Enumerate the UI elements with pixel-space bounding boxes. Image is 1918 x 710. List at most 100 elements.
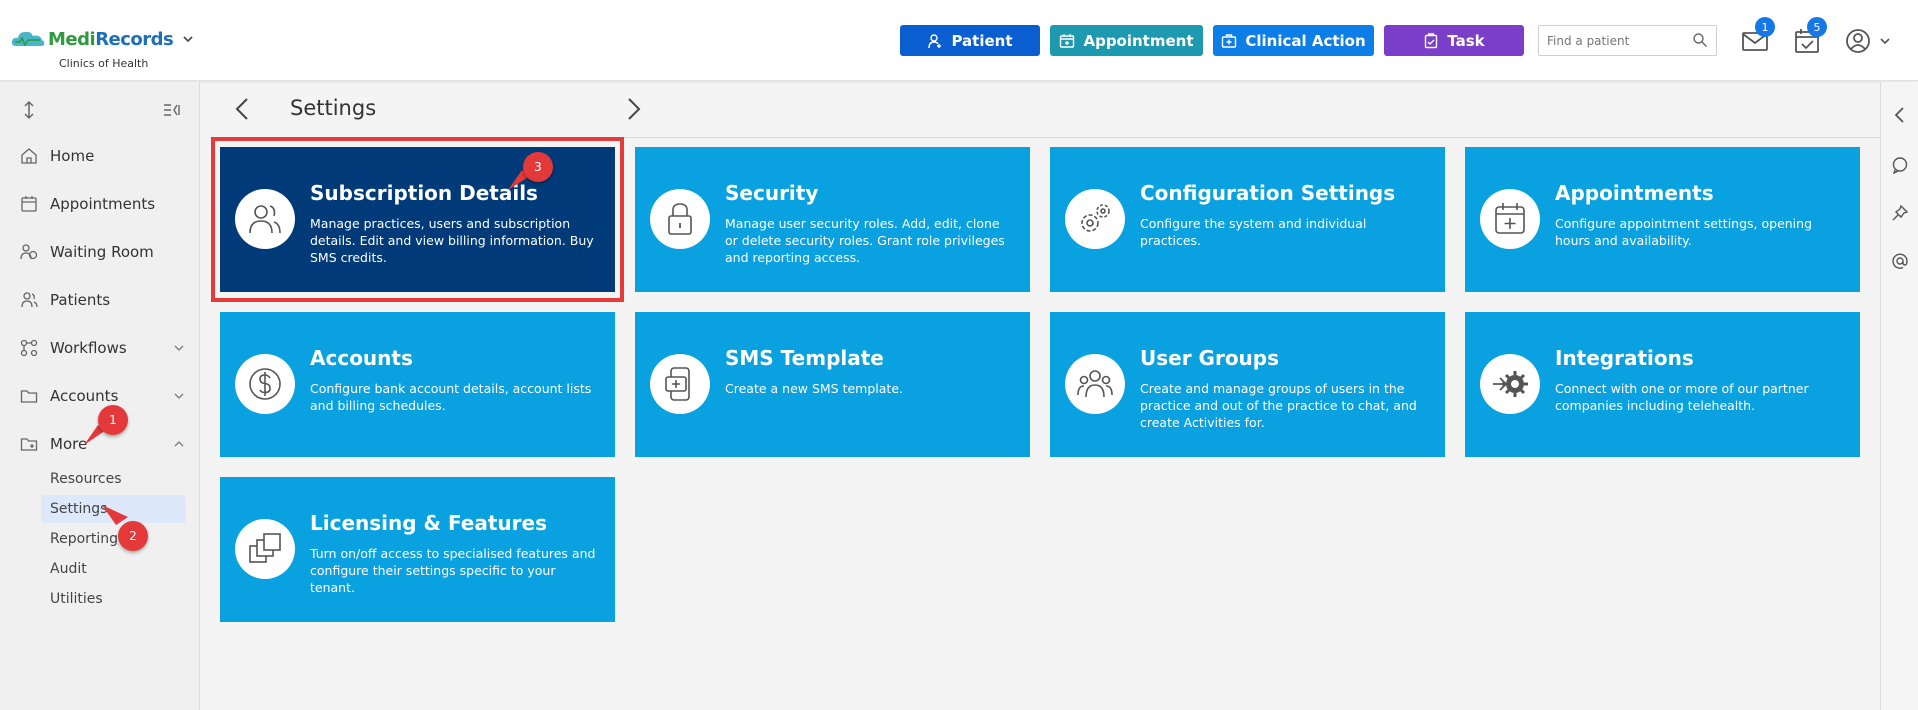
collapse-sidebar-icon[interactable] (162, 101, 180, 119)
pin-icon[interactable] (1891, 204, 1909, 222)
page-title: Settings (290, 96, 377, 120)
sidebar-item-accounts[interactable]: Accounts (20, 382, 185, 410)
brand-records: Records (95, 28, 174, 50)
chevron-down-icon[interactable] (173, 342, 185, 354)
sidebar-item-label: Workflows (50, 339, 127, 357)
chevron-down-icon[interactable] (1878, 34, 1892, 48)
sidebar-subitem-resources[interactable]: Resources (41, 465, 186, 493)
folder-plus-icon (20, 438, 38, 451)
sidebar-item-label: Appointments (50, 195, 156, 213)
right-rail (1880, 82, 1918, 710)
tile-description: Create and manage groups of users in the… (1140, 381, 1417, 430)
tile-description: Configure the system and individual prac… (1140, 216, 1367, 248)
messages-badge: 1 (1755, 17, 1775, 37)
sidebar-item-waiting-room[interactable]: Waiting Room (20, 238, 185, 266)
sidebar-item-label: More (50, 435, 88, 453)
sidebar-item-home[interactable]: Home (20, 142, 185, 170)
top-bar: MediRecords Clinics of Health Patient Ap… (0, 0, 1918, 81)
tile-icon-circle (235, 354, 295, 414)
forward-arrow-icon[interactable] (620, 96, 646, 122)
chevron-up-icon[interactable] (173, 438, 185, 450)
sidebar: Home Appointments Waiting Room Patients … (0, 82, 200, 710)
new-task-button[interactable]: Task (1384, 25, 1524, 56)
medical-bag-icon (1222, 33, 1237, 48)
task-button-label: Task (1447, 31, 1485, 50)
sidebar-subitem-utilities[interactable]: Utilities (41, 585, 186, 613)
home-icon (21, 148, 37, 164)
patient-search-input[interactable] (1539, 26, 1679, 55)
tile-configuration-settings[interactable]: Configuration Settings Configure the sys… (1050, 147, 1445, 292)
tile-icon-circle (1065, 189, 1125, 249)
tile-title: Licensing & Features (310, 511, 547, 535)
new-patient-button[interactable]: Patient (900, 25, 1040, 56)
user-group-icon (1077, 370, 1113, 398)
user-account-icon[interactable] (1843, 26, 1873, 56)
page-header: Settings (210, 82, 1880, 138)
tile-accounts[interactable]: Accounts Configure bank account details,… (220, 312, 615, 457)
tile-security[interactable]: Security Manage user security roles. Add… (635, 147, 1030, 292)
clipboard-icon (1425, 32, 1438, 48)
tasks-badge: 5 (1807, 17, 1827, 37)
sidebar-item-appointments[interactable]: Appointments (20, 190, 185, 218)
dollar-icon (249, 368, 281, 400)
tile-title: User Groups (1140, 346, 1280, 370)
expand-vertical-icon[interactable] (20, 100, 38, 120)
phone-message-icon (665, 367, 690, 401)
tile-appointments[interactable]: Appointments Configure appointment setti… (1465, 147, 1860, 292)
tile-description: Configure bank account details, account … (310, 381, 592, 413)
sidebar-item-patients[interactable]: Patients (20, 286, 185, 314)
tile-icon-circle (650, 189, 710, 249)
sidebar-item-label: Home (50, 147, 95, 165)
chat-icon[interactable] (1891, 156, 1909, 174)
tile-icon-circle (1480, 189, 1540, 249)
practice-name: Clinics of Health (59, 57, 149, 70)
sidebar-subitem-audit[interactable]: Audit (41, 555, 186, 583)
tile-icon-circle (1065, 354, 1125, 414)
folder-icon (20, 390, 38, 403)
step-marker-1: 1 (98, 405, 128, 435)
tile-description: Connect with one or more of our partner … (1555, 381, 1809, 413)
highlight-box (211, 137, 624, 302)
chevron-down-icon[interactable] (173, 390, 185, 402)
tile-user-groups[interactable]: User Groups Create and manage groups of … (1050, 312, 1445, 457)
add-person-icon (928, 33, 942, 48)
tile-licensing-features[interactable]: Licensing & Features Turn on/off access … (220, 477, 615, 622)
tile-title: Accounts (310, 346, 413, 370)
gears-icon (1081, 204, 1110, 232)
app-logo[interactable]: MediRecords (10, 28, 195, 50)
chevron-down-icon[interactable] (181, 32, 195, 46)
calendar-icon (21, 196, 37, 212)
new-appointment-button[interactable]: Appointment (1050, 25, 1203, 56)
patients-icon (21, 292, 38, 308)
integration-gear-icon (1493, 371, 1528, 397)
chevron-left-icon[interactable] (1891, 106, 1909, 124)
tile-sms-template[interactable]: SMS Template Create a new SMS template. (635, 312, 1030, 457)
back-arrow-icon[interactable] (230, 96, 256, 122)
tile-integrations[interactable]: Integrations Connect with one or more of… (1465, 312, 1860, 457)
mention-icon[interactable] (1891, 252, 1909, 270)
patient-button-label: Patient (951, 31, 1013, 50)
tile-title: Configuration Settings (1140, 181, 1396, 205)
sidebar-item-workflows[interactable]: Workflows (20, 334, 185, 362)
cloud-logo-icon (11, 31, 45, 47)
tile-title: Security (725, 181, 819, 205)
stacked-squares-icon (249, 533, 281, 563)
appointment-button-label: Appointment (1083, 31, 1194, 50)
step-marker-3: 3 (523, 152, 553, 182)
waiting-people-icon (20, 244, 38, 260)
clinical-action-button-label: Clinical Action (1245, 31, 1366, 50)
tile-title: SMS Template (725, 346, 884, 370)
patient-search[interactable] (1538, 25, 1717, 56)
calendar-plus-icon (1060, 33, 1075, 48)
step-marker-2: 2 (118, 521, 148, 551)
tile-icon-circle (235, 519, 295, 579)
brand-medi: Medi (48, 28, 96, 50)
tile-description: Create a new SMS template. (725, 381, 903, 396)
tile-description: Turn on/off access to specialised featur… (310, 546, 596, 595)
lock-icon (668, 203, 692, 235)
calendar-plus-icon (1495, 203, 1525, 234)
brand-name: MediRecords (48, 28, 174, 50)
clinical-action-button[interactable]: Clinical Action (1213, 25, 1374, 56)
search-icon[interactable] (1692, 32, 1708, 48)
tile-title: Integrations (1555, 346, 1694, 370)
